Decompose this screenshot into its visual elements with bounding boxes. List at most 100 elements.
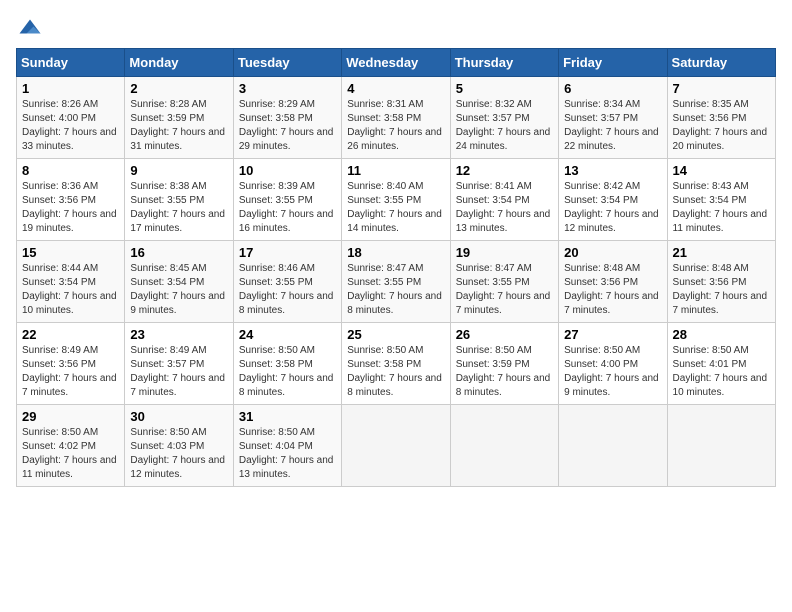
day-info: Sunrise: 8:50 AMSunset: 4:03 PMDaylight:… [130, 427, 225, 480]
day-info: Sunrise: 8:29 AMSunset: 3:58 PMDaylight:… [239, 99, 334, 152]
day-info: Sunrise: 8:50 AMSunset: 4:00 PMDaylight:… [564, 345, 659, 398]
calendar-body: 1 Sunrise: 8:26 AMSunset: 4:00 PMDayligh… [17, 77, 776, 487]
day-cell: 6 Sunrise: 8:34 AMSunset: 3:57 PMDayligh… [559, 77, 667, 159]
day-number: 8 [22, 163, 119, 178]
day-number: 26 [456, 327, 553, 342]
day-info: Sunrise: 8:32 AMSunset: 3:57 PMDaylight:… [456, 99, 551, 152]
day-cell: 9 Sunrise: 8:38 AMSunset: 3:55 PMDayligh… [125, 159, 233, 241]
day-number: 23 [130, 327, 227, 342]
day-cell: 5 Sunrise: 8:32 AMSunset: 3:57 PMDayligh… [450, 77, 558, 159]
day-number: 1 [22, 81, 119, 96]
day-number: 18 [347, 245, 444, 260]
day-number: 3 [239, 81, 336, 96]
day-number: 12 [456, 163, 553, 178]
day-number: 15 [22, 245, 119, 260]
day-number: 16 [130, 245, 227, 260]
header-tuesday: Tuesday [233, 49, 341, 77]
day-number: 13 [564, 163, 661, 178]
day-cell: 14 Sunrise: 8:43 AMSunset: 3:54 PMDaylig… [667, 159, 775, 241]
week-row-0: 1 Sunrise: 8:26 AMSunset: 4:00 PMDayligh… [17, 77, 776, 159]
day-cell: 20 Sunrise: 8:48 AMSunset: 3:56 PMDaylig… [559, 241, 667, 323]
day-cell: 29 Sunrise: 8:50 AMSunset: 4:02 PMDaylig… [17, 405, 125, 487]
day-number: 4 [347, 81, 444, 96]
day-number: 27 [564, 327, 661, 342]
day-info: Sunrise: 8:41 AMSunset: 3:54 PMDaylight:… [456, 181, 551, 234]
day-info: Sunrise: 8:40 AMSunset: 3:55 PMDaylight:… [347, 181, 442, 234]
day-info: Sunrise: 8:49 AMSunset: 3:56 PMDaylight:… [22, 345, 117, 398]
header-thursday: Thursday [450, 49, 558, 77]
day-info: Sunrise: 8:39 AMSunset: 3:55 PMDaylight:… [239, 181, 334, 234]
day-number: 20 [564, 245, 661, 260]
week-row-3: 22 Sunrise: 8:49 AMSunset: 3:56 PMDaylig… [17, 323, 776, 405]
day-number: 24 [239, 327, 336, 342]
day-number: 22 [22, 327, 119, 342]
day-cell: 12 Sunrise: 8:41 AMSunset: 3:54 PMDaylig… [450, 159, 558, 241]
day-info: Sunrise: 8:47 AMSunset: 3:55 PMDaylight:… [456, 263, 551, 316]
day-cell: 27 Sunrise: 8:50 AMSunset: 4:00 PMDaylig… [559, 323, 667, 405]
day-cell: 26 Sunrise: 8:50 AMSunset: 3:59 PMDaylig… [450, 323, 558, 405]
day-info: Sunrise: 8:44 AMSunset: 3:54 PMDaylight:… [22, 263, 117, 316]
day-cell [450, 405, 558, 487]
calendar-table: SundayMondayTuesdayWednesdayThursdayFrid… [16, 48, 776, 487]
day-info: Sunrise: 8:50 AMSunset: 4:02 PMDaylight:… [22, 427, 117, 480]
day-number: 30 [130, 409, 227, 424]
day-cell: 2 Sunrise: 8:28 AMSunset: 3:59 PMDayligh… [125, 77, 233, 159]
day-number: 7 [673, 81, 770, 96]
day-cell: 10 Sunrise: 8:39 AMSunset: 3:55 PMDaylig… [233, 159, 341, 241]
day-cell: 24 Sunrise: 8:50 AMSunset: 3:58 PMDaylig… [233, 323, 341, 405]
day-number: 21 [673, 245, 770, 260]
day-number: 29 [22, 409, 119, 424]
day-cell: 22 Sunrise: 8:49 AMSunset: 3:56 PMDaylig… [17, 323, 125, 405]
week-row-4: 29 Sunrise: 8:50 AMSunset: 4:02 PMDaylig… [17, 405, 776, 487]
day-number: 9 [130, 163, 227, 178]
day-number: 25 [347, 327, 444, 342]
day-info: Sunrise: 8:50 AMSunset: 4:01 PMDaylight:… [673, 345, 768, 398]
day-cell: 28 Sunrise: 8:50 AMSunset: 4:01 PMDaylig… [667, 323, 775, 405]
day-cell: 25 Sunrise: 8:50 AMSunset: 3:58 PMDaylig… [342, 323, 450, 405]
logo-icon [16, 16, 44, 44]
day-cell: 15 Sunrise: 8:44 AMSunset: 3:54 PMDaylig… [17, 241, 125, 323]
day-cell: 3 Sunrise: 8:29 AMSunset: 3:58 PMDayligh… [233, 77, 341, 159]
day-number: 10 [239, 163, 336, 178]
day-info: Sunrise: 8:26 AMSunset: 4:00 PMDaylight:… [22, 99, 117, 152]
day-info: Sunrise: 8:28 AMSunset: 3:59 PMDaylight:… [130, 99, 225, 152]
day-cell: 13 Sunrise: 8:42 AMSunset: 3:54 PMDaylig… [559, 159, 667, 241]
calendar-header-row: SundayMondayTuesdayWednesdayThursdayFrid… [17, 49, 776, 77]
day-info: Sunrise: 8:46 AMSunset: 3:55 PMDaylight:… [239, 263, 334, 316]
day-info: Sunrise: 8:35 AMSunset: 3:56 PMDaylight:… [673, 99, 768, 152]
day-info: Sunrise: 8:49 AMSunset: 3:57 PMDaylight:… [130, 345, 225, 398]
day-number: 14 [673, 163, 770, 178]
day-number: 5 [456, 81, 553, 96]
day-cell: 4 Sunrise: 8:31 AMSunset: 3:58 PMDayligh… [342, 77, 450, 159]
day-info: Sunrise: 8:45 AMSunset: 3:54 PMDaylight:… [130, 263, 225, 316]
header-sunday: Sunday [17, 49, 125, 77]
day-number: 11 [347, 163, 444, 178]
day-number: 28 [673, 327, 770, 342]
page-header [16, 16, 776, 44]
day-info: Sunrise: 8:48 AMSunset: 3:56 PMDaylight:… [564, 263, 659, 316]
logo [16, 16, 48, 44]
day-info: Sunrise: 8:36 AMSunset: 3:56 PMDaylight:… [22, 181, 117, 234]
day-info: Sunrise: 8:48 AMSunset: 3:56 PMDaylight:… [673, 263, 768, 316]
day-info: Sunrise: 8:34 AMSunset: 3:57 PMDaylight:… [564, 99, 659, 152]
day-info: Sunrise: 8:47 AMSunset: 3:55 PMDaylight:… [347, 263, 442, 316]
day-info: Sunrise: 8:38 AMSunset: 3:55 PMDaylight:… [130, 181, 225, 234]
day-info: Sunrise: 8:50 AMSunset: 4:04 PMDaylight:… [239, 427, 334, 480]
day-info: Sunrise: 8:42 AMSunset: 3:54 PMDaylight:… [564, 181, 659, 234]
day-cell [559, 405, 667, 487]
day-cell: 1 Sunrise: 8:26 AMSunset: 4:00 PMDayligh… [17, 77, 125, 159]
day-cell: 23 Sunrise: 8:49 AMSunset: 3:57 PMDaylig… [125, 323, 233, 405]
day-number: 19 [456, 245, 553, 260]
day-number: 17 [239, 245, 336, 260]
day-cell: 21 Sunrise: 8:48 AMSunset: 3:56 PMDaylig… [667, 241, 775, 323]
day-cell: 16 Sunrise: 8:45 AMSunset: 3:54 PMDaylig… [125, 241, 233, 323]
day-cell: 8 Sunrise: 8:36 AMSunset: 3:56 PMDayligh… [17, 159, 125, 241]
day-number: 31 [239, 409, 336, 424]
day-info: Sunrise: 8:43 AMSunset: 3:54 PMDaylight:… [673, 181, 768, 234]
day-info: Sunrise: 8:50 AMSunset: 3:59 PMDaylight:… [456, 345, 551, 398]
day-cell: 19 Sunrise: 8:47 AMSunset: 3:55 PMDaylig… [450, 241, 558, 323]
header-friday: Friday [559, 49, 667, 77]
header-monday: Monday [125, 49, 233, 77]
day-cell: 30 Sunrise: 8:50 AMSunset: 4:03 PMDaylig… [125, 405, 233, 487]
day-cell: 18 Sunrise: 8:47 AMSunset: 3:55 PMDaylig… [342, 241, 450, 323]
